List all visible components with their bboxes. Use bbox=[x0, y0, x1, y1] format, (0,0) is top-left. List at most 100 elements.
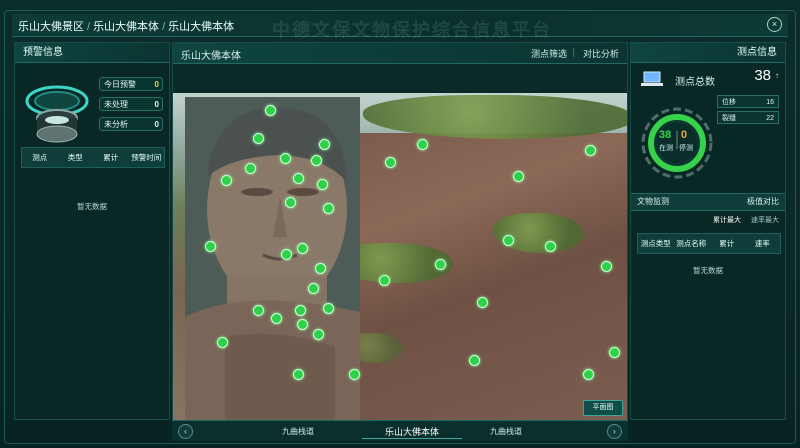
measure-point-marker[interactable] bbox=[601, 261, 612, 272]
breadcrumb-item-buddha-body-current[interactable]: 乐山大佛本体 bbox=[168, 21, 234, 33]
extreme-empty-text: 暂无数据 bbox=[693, 266, 723, 275]
measure-point-marker[interactable] bbox=[379, 275, 390, 286]
compare-analysis-button[interactable]: 对比分析 bbox=[583, 47, 619, 60]
measure-point-marker[interactable] bbox=[253, 133, 264, 144]
col-point-name: 测点名称 bbox=[676, 239, 707, 248]
measure-point-marker[interactable] bbox=[297, 243, 308, 254]
measure-point-marker[interactable] bbox=[221, 175, 232, 186]
main-view: 乐山大佛本体 测点筛选 | 对比分析 平面图 bbox=[172, 42, 628, 420]
alarm-empty-text: 暂无数据 bbox=[77, 202, 107, 211]
online-label: 在测 bbox=[659, 145, 673, 152]
today-alarm-row[interactable]: 今日预警 0 bbox=[99, 77, 163, 91]
total-points-label: 测点总数 bbox=[675, 77, 715, 88]
crack-row: 裂缝 22 bbox=[717, 111, 779, 124]
measure-point-marker[interactable] bbox=[469, 355, 480, 366]
platform-title: 中德文保文物保护综合信息平台 bbox=[272, 20, 552, 40]
prev-arrow-icon[interactable]: ‹ bbox=[178, 424, 193, 439]
measure-point-marker[interactable] bbox=[281, 249, 292, 260]
measure-point-marker[interactable] bbox=[217, 337, 228, 348]
point-info-panel: 测点信息 测点总数 38 ↑ 38 0 在测 停测 位移 16 裂缝 22 文物监测… bbox=[630, 42, 786, 420]
breadcrumb-item-buddha-body[interactable]: 乐山大佛本体 bbox=[93, 21, 159, 33]
col-point-type: 测点类型 bbox=[640, 239, 671, 248]
measure-point-marker[interactable] bbox=[349, 369, 360, 380]
measure-point-marker[interactable] bbox=[435, 259, 446, 270]
offline-count: 0 bbox=[681, 129, 688, 141]
buddha-photo: 平面图 bbox=[173, 93, 627, 420]
section-nav: ‹ 九曲栈道 乐山大佛本体 九曲栈道 › bbox=[172, 420, 628, 441]
unhandled-row[interactable]: 未处理 0 bbox=[99, 97, 163, 111]
measure-point-marker[interactable] bbox=[477, 297, 488, 308]
monitor-icon bbox=[641, 71, 663, 86]
monitor-section-bar: 文物监测 极值对比 bbox=[631, 193, 785, 211]
measure-point-marker[interactable] bbox=[323, 303, 334, 314]
alarm-panel: 预警信息 今日预警 0 未处理 0 未分析 0 测点 类型 累计 预警时间 暂无数据 bbox=[14, 42, 170, 420]
floor-plan-button[interactable]: 平面图 bbox=[583, 400, 623, 416]
measure-point-marker[interactable] bbox=[285, 197, 296, 208]
measure-point-marker[interactable] bbox=[253, 305, 264, 316]
prev-section-link[interactable]: 九曲栈道 bbox=[282, 426, 314, 437]
measure-point-marker[interactable] bbox=[385, 157, 396, 168]
measure-point-marker[interactable] bbox=[315, 263, 326, 274]
col-type: 类型 bbox=[67, 153, 83, 162]
unanalyzed-label: 未分析 bbox=[104, 120, 128, 129]
measure-point-marker[interactable] bbox=[205, 241, 216, 252]
extreme-compare-tab[interactable]: 极值对比 bbox=[747, 196, 779, 207]
online-count: 38 bbox=[659, 129, 672, 141]
measure-point-marker[interactable] bbox=[293, 369, 304, 380]
artifact-monitor-tab[interactable]: 文物监测 bbox=[637, 196, 669, 207]
point-info-title: 测点信息 bbox=[631, 43, 785, 63]
col-cumulative: 累计 bbox=[103, 153, 119, 162]
crack-label: 裂缝 bbox=[722, 115, 736, 122]
total-points-value: 38 bbox=[754, 67, 771, 84]
measure-point-marker[interactable] bbox=[293, 173, 304, 184]
measure-point-marker[interactable] bbox=[297, 319, 308, 330]
close-icon[interactable]: × bbox=[767, 17, 782, 32]
main-view-title: 乐山大佛本体 bbox=[181, 51, 241, 62]
unhandled-label: 未处理 bbox=[104, 100, 128, 109]
measure-point-marker[interactable] bbox=[265, 105, 276, 116]
measure-point-marker[interactable] bbox=[513, 171, 524, 182]
measure-point-marker[interactable] bbox=[271, 313, 282, 324]
measure-point-marker[interactable] bbox=[503, 235, 514, 246]
measure-point-marker[interactable] bbox=[280, 153, 291, 164]
unanalyzed-row[interactable]: 未分析 0 bbox=[99, 117, 163, 131]
col-rate: 速率 bbox=[754, 239, 770, 248]
measure-point-marker[interactable] bbox=[311, 155, 322, 166]
alarm-panel-title: 预警信息 bbox=[15, 43, 169, 63]
filter-points-button[interactable]: 测点筛选 bbox=[531, 47, 567, 60]
cumulative-max-option[interactable]: 累计最大 bbox=[713, 215, 741, 225]
unhandled-count: 0 bbox=[154, 100, 159, 109]
crack-count: 22 bbox=[766, 115, 774, 122]
title-bar: 中德文保文物保护综合信息平台 乐山大佛景区 / 乐山大佛本体 / 乐山大佛本体 × bbox=[12, 14, 788, 40]
col-cumulative: 累计 bbox=[719, 239, 735, 248]
measure-point-marker[interactable] bbox=[317, 179, 328, 190]
measure-point-marker[interactable] bbox=[295, 305, 306, 316]
measure-point-marker[interactable] bbox=[583, 369, 594, 380]
offline-label: 停测 bbox=[679, 145, 693, 152]
measure-point-marker[interactable] bbox=[585, 145, 596, 156]
divider: | bbox=[572, 47, 575, 57]
displacement-row: 位移 16 bbox=[717, 95, 779, 108]
unanalyzed-count: 0 bbox=[154, 120, 159, 129]
app-frame: 中德文保文物保护综合信息平台 乐山大佛景区 / 乐山大佛本体 / 乐山大佛本体 × 预警… bbox=[0, 0, 800, 448]
measure-point-marker[interactable] bbox=[417, 139, 428, 150]
col-alarm-time: 预警时间 bbox=[131, 153, 162, 162]
measure-point-marker[interactable] bbox=[323, 203, 334, 214]
measure-point-marker[interactable] bbox=[319, 139, 330, 150]
arrow-up-icon: ↑ bbox=[775, 71, 779, 80]
breadcrumb: 乐山大佛景区 / 乐山大佛本体 / 乐山大佛本体 bbox=[18, 21, 235, 33]
online-status-gauge bbox=[641, 107, 713, 179]
measure-point-marker[interactable] bbox=[245, 163, 256, 174]
alarm-table-header: 测点 类型 累计 预警时间 bbox=[21, 147, 165, 168]
measure-point-marker[interactable] bbox=[609, 347, 620, 358]
measure-point-marker[interactable] bbox=[313, 329, 324, 340]
measure-point-marker[interactable] bbox=[308, 283, 319, 294]
breadcrumb-item-scenic-area[interactable]: 乐山大佛景区 bbox=[18, 21, 84, 33]
today-alarm-count: 0 bbox=[154, 80, 159, 89]
displacement-count: 16 bbox=[766, 99, 774, 106]
current-section-label: 乐山大佛本体 bbox=[362, 425, 462, 439]
next-section-link[interactable]: 九曲栈道 bbox=[490, 426, 522, 437]
next-arrow-icon[interactable]: › bbox=[607, 424, 622, 439]
rate-max-option[interactable]: 速率最大 bbox=[751, 215, 779, 225]
measure-point-marker[interactable] bbox=[545, 241, 556, 252]
